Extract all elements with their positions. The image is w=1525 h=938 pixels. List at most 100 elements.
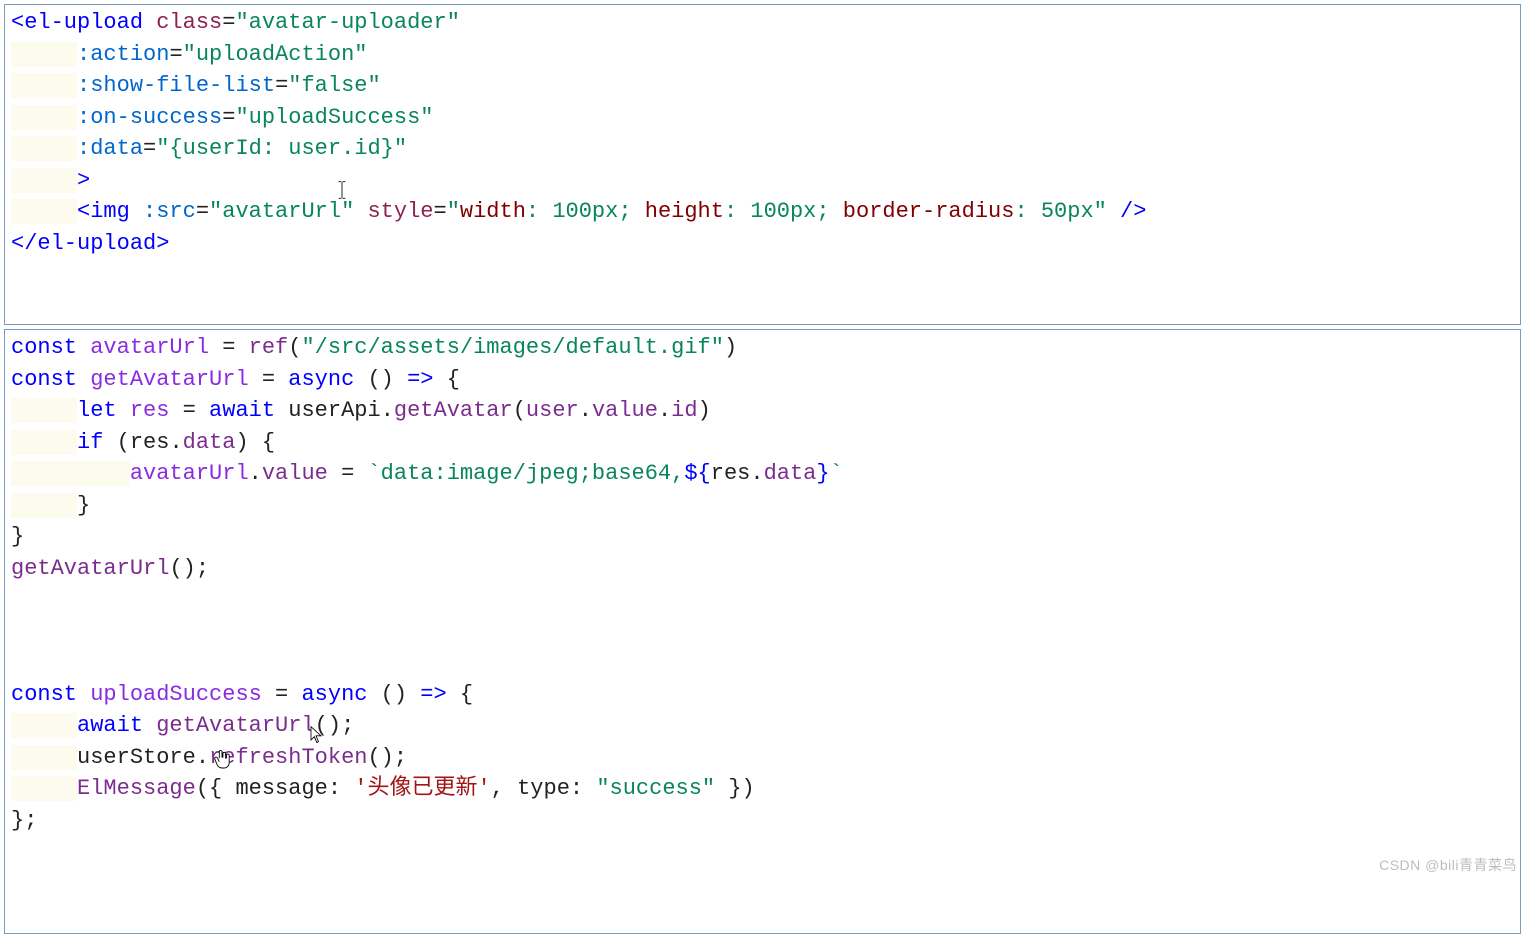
code-token	[11, 776, 77, 801]
code-token: />	[1107, 199, 1147, 224]
code-token: =	[169, 398, 209, 423]
code-token: height	[645, 199, 724, 224]
code-token: "avatar-uploader"	[235, 10, 459, 35]
code-token: let	[77, 398, 117, 423]
code-token	[11, 493, 77, 518]
code-token: .	[579, 398, 592, 423]
code-token: (	[288, 335, 301, 360]
code-token: class	[156, 10, 222, 35]
code-token: avatarUrl	[90, 335, 209, 360]
code-line: avatarUrl.value = `data:image/jpeg;base6…	[11, 461, 843, 486]
code-token	[77, 682, 90, 707]
code-token: :	[526, 199, 552, 224]
code-token: `data:image/jpeg;base64,	[367, 461, 684, 486]
code-token: type	[517, 776, 570, 801]
code-line	[11, 619, 24, 644]
code-token: <	[77, 199, 90, 224]
code-token	[11, 105, 77, 130]
code-token: user	[526, 398, 579, 423]
code-token: .	[196, 745, 209, 770]
code-token: const	[11, 335, 77, 360]
code-token: {	[447, 682, 473, 707]
code-token: "uploadSuccess"	[235, 105, 433, 130]
code-line: await getAvatarUrl();	[11, 713, 354, 738]
code-token: =	[249, 367, 289, 392]
code-token: .	[750, 461, 763, 486]
code-line: }	[11, 493, 90, 518]
code-line: <img :src="avatarUrl" style="width: 100p…	[11, 199, 1146, 224]
code-line: :data="{userId: user.id}"	[11, 136, 407, 161]
code-token: border-radius	[843, 199, 1015, 224]
code-token: res	[130, 430, 170, 455]
code-token: ()	[367, 682, 420, 707]
code-token: =	[222, 10, 235, 35]
code-token: width	[460, 199, 526, 224]
code-token: };	[11, 808, 37, 833]
code-token: =	[328, 461, 368, 486]
code-token: =	[143, 136, 156, 161]
code-token: ({	[196, 776, 236, 801]
code-token: "avatarUrl"	[209, 199, 354, 224]
code-token: ) {	[235, 430, 275, 455]
code-token: data	[183, 430, 236, 455]
code-token: 50px	[1041, 199, 1094, 224]
code-token: async	[288, 367, 354, 392]
watermark-text: CSDN @bili青青菜鸟	[1379, 850, 1517, 882]
code-token	[11, 136, 77, 161]
code-token: :show-file-list	[77, 73, 275, 98]
code-token: =	[196, 199, 209, 224]
code-line: <el-upload class="avatar-uploader"	[11, 10, 460, 35]
arrow-cursor-icon	[309, 725, 323, 745]
code-token: =	[275, 73, 288, 98]
code-token: avatarUrl	[130, 461, 249, 486]
code-token: }	[11, 524, 24, 549]
code-line: getAvatarUrl();	[11, 556, 209, 581]
code-token: style	[367, 199, 433, 224]
code-token: res	[130, 398, 170, 423]
code-token: getAvatarUrl	[156, 713, 314, 738]
code-line: }	[11, 524, 24, 549]
code-token: userApi	[288, 398, 380, 423]
code-token: =>	[420, 682, 446, 707]
code-token: "uploadAction"	[183, 42, 368, 67]
code-token: async	[301, 682, 367, 707]
code-token: :data	[77, 136, 143, 161]
code-line: const uploadSuccess = async () => {	[11, 682, 473, 707]
code-line	[11, 650, 24, 675]
code-token: ElMessage	[77, 776, 196, 801]
code-token: )	[698, 398, 711, 423]
code-token: >	[77, 168, 90, 193]
code-token	[143, 10, 156, 35]
code-token	[11, 587, 24, 612]
code-token: }	[816, 461, 829, 486]
code-token: 100px	[750, 199, 816, 224]
code-line: ElMessage({ message: '头像已更新', type: "suc…	[11, 776, 755, 801]
code-token	[11, 745, 77, 770]
code-token: :	[570, 776, 596, 801]
code-token: userStore	[77, 745, 196, 770]
code-token: :on-success	[77, 105, 222, 130]
code-token	[11, 199, 77, 224]
code-token: const	[11, 682, 77, 707]
code-token: })	[715, 776, 755, 801]
code-token	[77, 367, 90, 392]
text-cursor-icon	[335, 180, 349, 200]
code-line: :action="uploadAction"	[11, 42, 367, 67]
code-line: let res = await userApi.getAvatar(user.v…	[11, 398, 711, 423]
code-line: >	[11, 168, 90, 193]
code-token: "success"	[596, 776, 715, 801]
code-token: ();	[169, 556, 209, 581]
code-line: </el-upload>	[11, 231, 169, 256]
code-token	[11, 73, 77, 98]
code-token	[77, 335, 90, 360]
code-token	[11, 168, 77, 193]
code-token	[117, 398, 130, 423]
code-token: getAvatarUrl	[90, 367, 248, 392]
hand-cursor-icon	[213, 748, 231, 770]
code-token: .	[381, 398, 394, 423]
code-panel-script: const avatarUrl = ref("/src/assets/image…	[4, 329, 1521, 934]
code-token: }	[77, 493, 90, 518]
code-token	[11, 398, 77, 423]
code-token: <	[11, 10, 24, 35]
code-token	[11, 461, 130, 486]
